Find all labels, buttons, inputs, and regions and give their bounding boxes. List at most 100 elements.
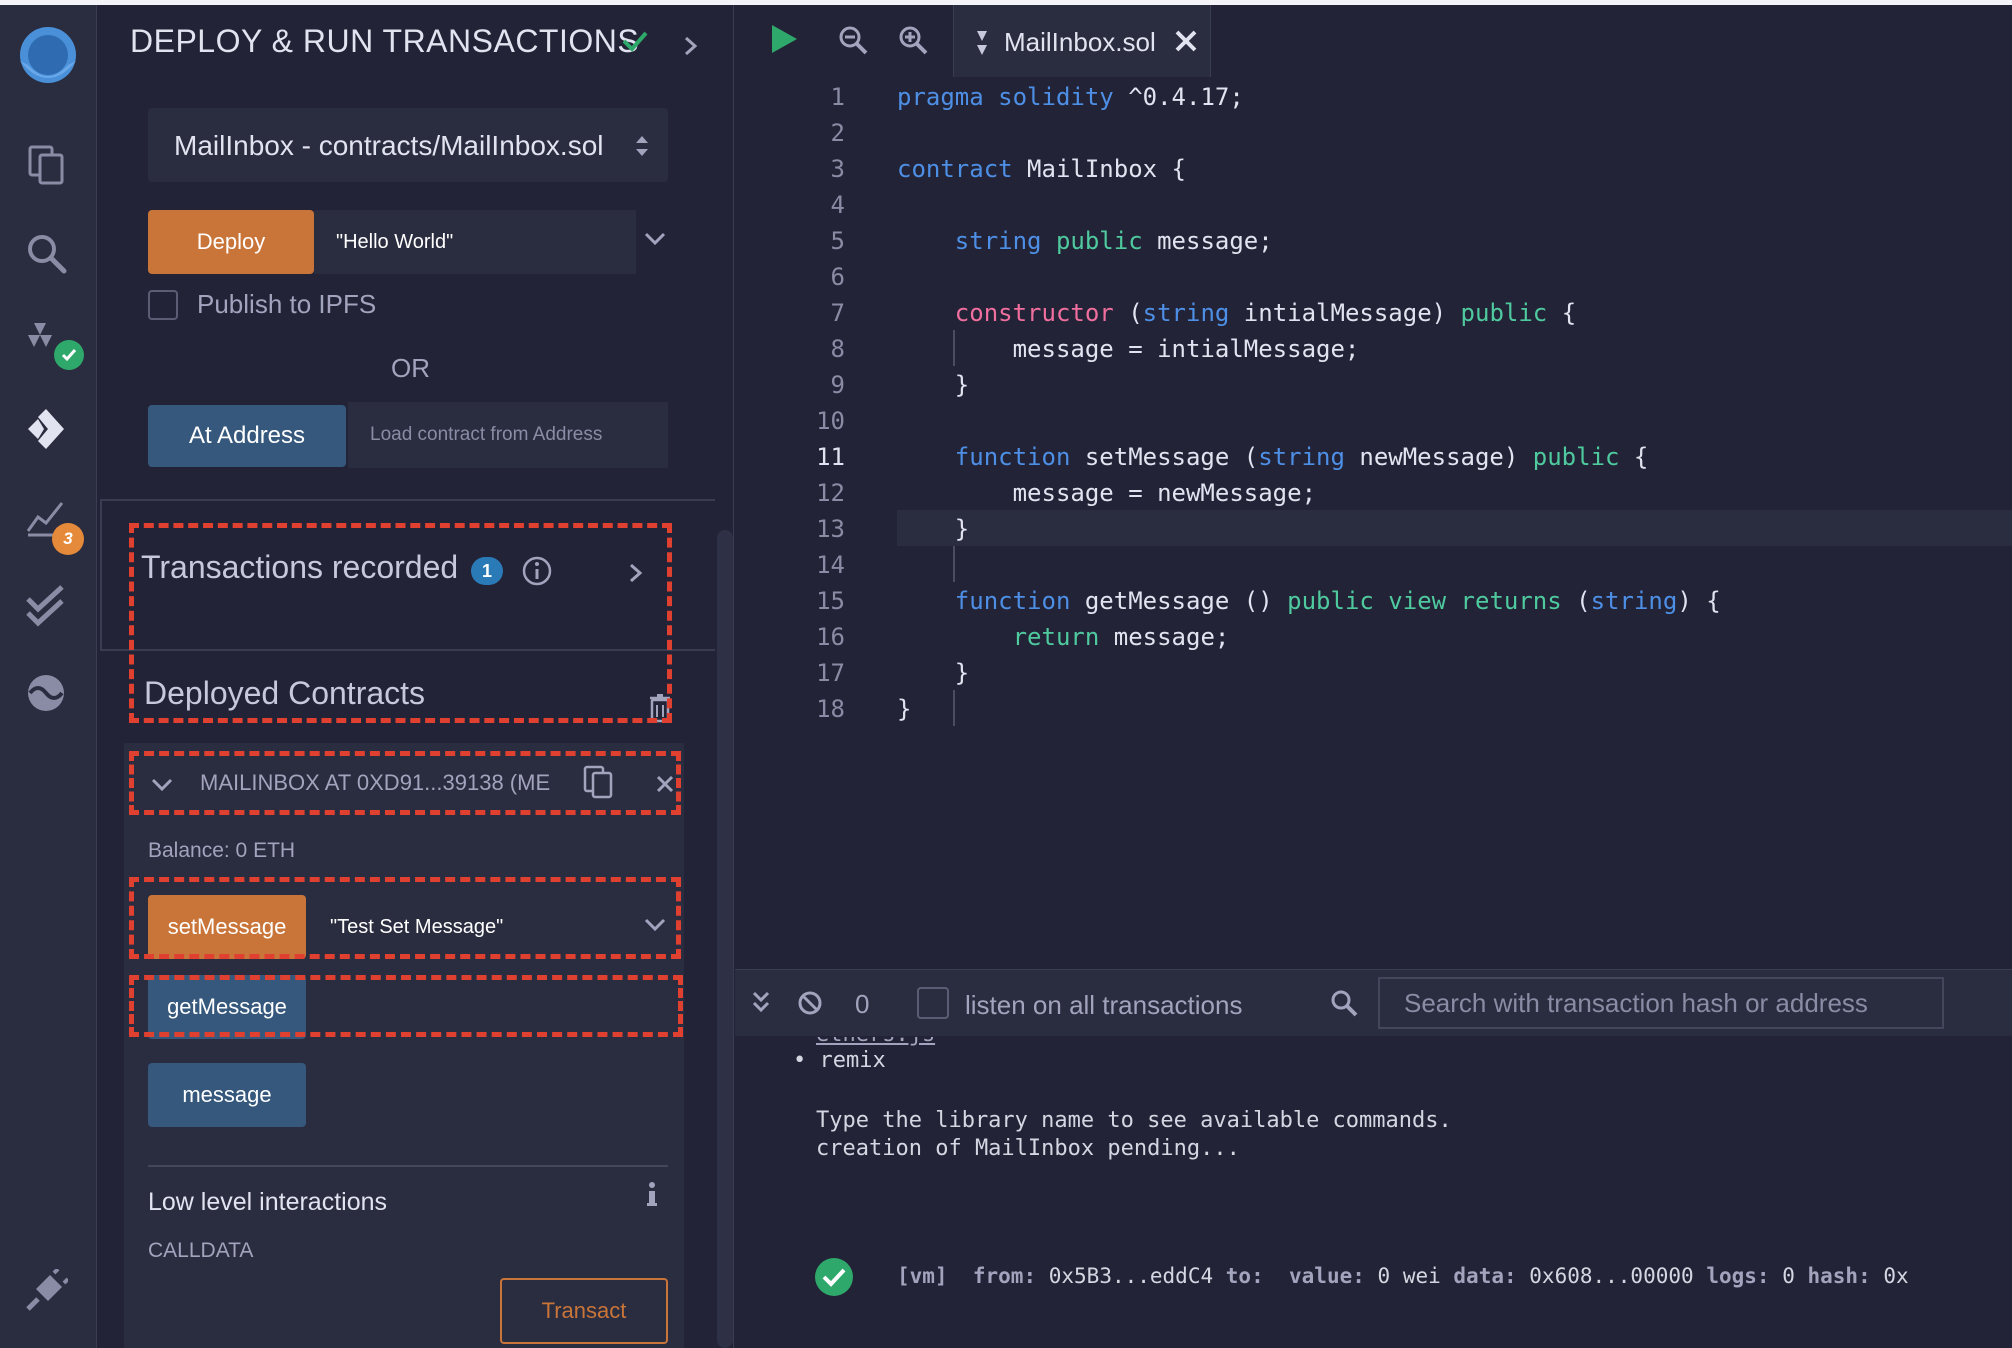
indent-guide — [953, 690, 955, 726]
line-number: 11 — [816, 443, 845, 471]
zoom-out-icon[interactable] — [838, 25, 868, 60]
highlight-set-message — [129, 877, 681, 959]
listen-all-checkbox[interactable] — [917, 987, 949, 1019]
at-address-input[interactable]: Load contract from Address — [348, 402, 668, 468]
message-button[interactable]: message — [148, 1063, 306, 1127]
at-address-button[interactable]: At Address — [148, 405, 346, 467]
log-data-label: data: — [1453, 1264, 1517, 1288]
icon-rail: 3 — [0, 5, 97, 1348]
code-line[interactable]: function getMessage () public view retur… — [897, 587, 1721, 615]
line-number: 9 — [830, 371, 845, 399]
test-icon[interactable] — [22, 581, 70, 629]
line-number: 14 — [816, 551, 845, 579]
line-number: 7 — [830, 299, 845, 327]
calldata-input[interactable] — [148, 1279, 500, 1343]
debugger-icon[interactable] — [22, 669, 70, 717]
line-number: 15 — [816, 587, 845, 615]
tx-log-line[interactable]: [vm] from: 0x5B3...eddC4 to: value: 0 we… — [897, 1264, 1909, 1288]
terminal-search-input[interactable]: Search with transaction hash or address — [1378, 977, 1944, 1029]
code-line[interactable]: } — [897, 659, 969, 687]
search-icon[interactable] — [1330, 989, 1358, 1022]
publish-ipfs-checkbox[interactable] — [148, 290, 178, 320]
line-number: 8 — [830, 335, 845, 363]
zoom-in-icon[interactable] — [898, 25, 928, 60]
line-number: 6 — [830, 263, 845, 291]
transact-button[interactable]: Transact — [500, 1278, 668, 1344]
code-line[interactable]: } — [897, 371, 969, 399]
collapse-icon[interactable] — [751, 990, 771, 1019]
solidity-file-icon — [972, 29, 992, 62]
calldata-label: CALLDATA — [148, 1239, 254, 1262]
success-check-icon — [814, 1257, 854, 1302]
indent-guide — [953, 546, 955, 582]
analysis-count-badge: 3 — [52, 523, 84, 555]
line-number: 3 — [830, 155, 845, 183]
clear-console-icon[interactable] — [797, 990, 823, 1021]
select-arrows-icon — [634, 132, 650, 165]
line-number: 17 — [816, 659, 845, 687]
compiler-success-badge — [54, 340, 84, 370]
code-line[interactable]: string public message; — [897, 227, 1273, 255]
line-number: 5 — [830, 227, 845, 255]
highlight-transactions — [129, 523, 672, 723]
log-hash-label: hash: — [1807, 1264, 1871, 1288]
code-line[interactable]: } — [897, 515, 969, 543]
log-vm: [vm] — [897, 1264, 948, 1288]
panel-title: DEPLOY & RUN TRANSACTIONS — [130, 23, 640, 59]
code-line[interactable]: message = newMessage; — [897, 479, 1316, 507]
code-line[interactable]: constructor (string intialMessage) publi… — [897, 299, 1576, 327]
close-icon[interactable] — [1174, 29, 1198, 58]
divider — [148, 1165, 668, 1167]
deploy-icon[interactable] — [22, 405, 70, 453]
contract-select[interactable]: MailInbox - contracts/MailInbox.sol — [148, 108, 668, 182]
terminal-line-remix: • remix — [793, 1048, 886, 1073]
log-logs: 0 — [1782, 1264, 1795, 1288]
low-level-interactions-label: Low level interactions — [148, 1188, 388, 1216]
file-explorer-icon[interactable] — [22, 141, 70, 189]
code-line[interactable]: } — [897, 695, 911, 723]
panel-scrollbar[interactable] — [717, 530, 733, 1348]
highlight-instance — [129, 751, 681, 815]
balance-label: Balance: 0 ETH — [148, 839, 296, 862]
contract-select-value: MailInbox - contracts/MailInbox.sol — [174, 130, 604, 161]
highlight-get-message — [129, 975, 683, 1037]
run-icon[interactable] — [769, 23, 799, 60]
code-line[interactable]: function setMessage (string newMessage) … — [897, 443, 1649, 471]
deploy-args-input[interactable]: "Hello World" — [314, 210, 636, 274]
code-editor: MailInbox.sol 1 pragma solidity ^0.4.17; 2… — [735, 5, 2012, 969]
terminal-line-type: Type the library name to see available c… — [816, 1108, 1452, 1133]
chevron-right-icon[interactable] — [683, 35, 699, 62]
info-icon[interactable] — [646, 1181, 658, 1214]
log-value-label: value: — [1289, 1264, 1365, 1288]
or-separator: OR — [391, 353, 430, 383]
log-data: 0x608...00000 — [1529, 1264, 1694, 1288]
pending-tx-count: 0 — [855, 989, 870, 1019]
log-from: 0x5B3...eddC4 — [1048, 1264, 1214, 1288]
code-line[interactable]: message = intialMessage; — [897, 335, 1360, 363]
log-value: 0 wei — [1377, 1264, 1441, 1288]
remix-logo-icon[interactable] — [6, 15, 90, 99]
check-icon — [621, 27, 649, 60]
log-to-label: to: — [1225, 1264, 1264, 1288]
current-line-highlight — [897, 510, 2012, 546]
log-logs-label: logs: — [1706, 1264, 1770, 1288]
tab-mailinbox-sol[interactable]: MailInbox.sol — [953, 5, 1211, 77]
code-line[interactable]: return message; — [897, 623, 1230, 651]
terminal-toolbar: 0 listen on all transactions Search with… — [735, 970, 2012, 1036]
line-number: 12 — [816, 479, 845, 507]
tab-label: MailInbox.sol — [1004, 27, 1156, 57]
code-line[interactable]: contract MailInbox { — [897, 155, 1186, 183]
deploy-run-panel: DEPLOY & RUN TRANSACTIONS MailInbox - co… — [97, 5, 734, 1348]
settings-plug-icon[interactable] — [22, 1267, 70, 1315]
code-area[interactable]: 1 pragma solidity ^0.4.17; 2 3 contract Mail… — [735, 77, 2012, 969]
code-line[interactable]: pragma solidity ^0.4.17; — [897, 83, 1244, 111]
editor-tabbar: MailInbox.sol — [735, 5, 2012, 77]
line-number: 2 — [830, 119, 845, 147]
publish-ipfs-label: Publish to IPFS — [197, 289, 377, 319]
terminal-line-pending: creation of MailInbox pending... — [816, 1136, 1240, 1161]
deploy-button[interactable]: Deploy — [148, 210, 314, 274]
terminal-panel: 0 listen on all transactions Search with… — [735, 969, 2012, 1348]
search-icon[interactable] — [22, 229, 70, 277]
line-number: 13 — [816, 515, 845, 543]
chevron-down-icon[interactable] — [643, 231, 667, 252]
